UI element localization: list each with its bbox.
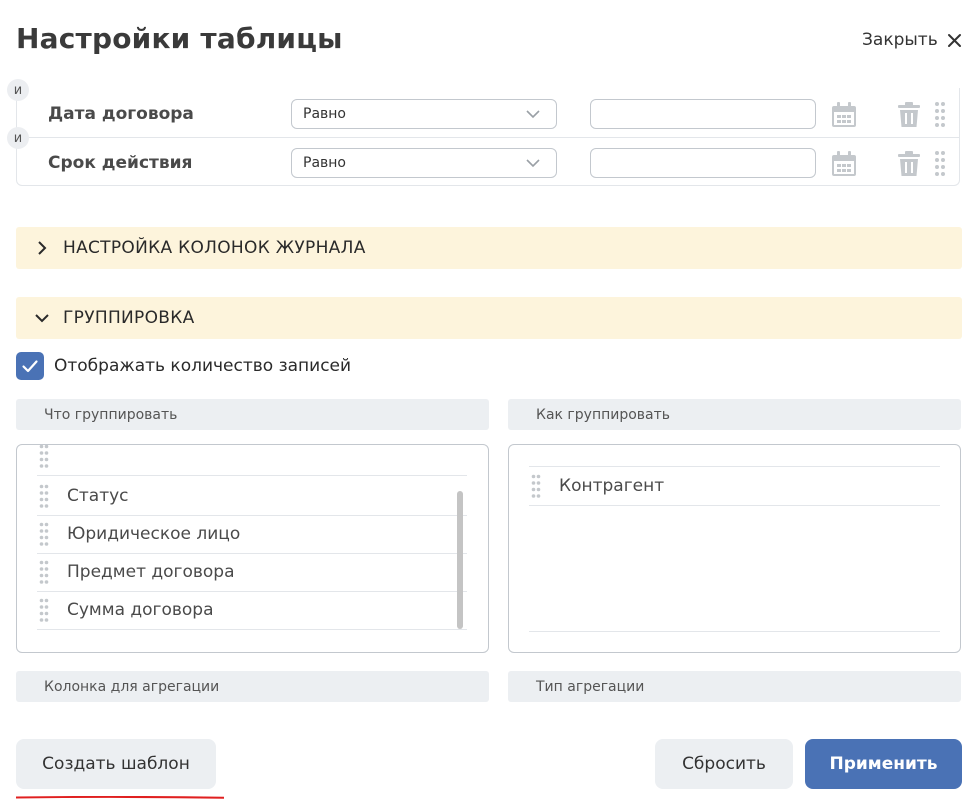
list-item-label: Статус xyxy=(67,486,129,506)
checkmark-icon xyxy=(22,360,38,373)
filter-operator-select[interactable]: Равно xyxy=(291,99,557,129)
drag-handle-icon[interactable] xyxy=(934,101,946,127)
list-item-label: Контрагент xyxy=(559,476,665,496)
drag-handle-icon xyxy=(39,445,49,468)
list-item[interactable]: Статус xyxy=(37,477,467,516)
annotation-underline xyxy=(16,796,224,799)
filter-row: и Дата договора Равно xyxy=(7,79,960,138)
scrollbar[interactable] xyxy=(457,491,463,629)
show-count-checkbox[interactable] xyxy=(16,352,44,380)
how-group-header: Как группировать xyxy=(508,399,961,430)
filter-operator-value: Равно xyxy=(303,106,346,122)
connector-badge[interactable]: и xyxy=(7,79,29,101)
what-group-header: Что группировать xyxy=(16,399,489,430)
create-template-button[interactable]: Создать шаблон xyxy=(16,739,216,789)
chevron-down-icon xyxy=(526,159,540,168)
filter-operator-value: Равно xyxy=(303,155,346,171)
filter-value-input[interactable] xyxy=(590,148,816,178)
chevron-right-icon xyxy=(38,241,47,255)
drag-handle-icon[interactable] xyxy=(39,484,49,508)
drag-handle-icon[interactable] xyxy=(39,560,49,584)
filter-field-label: Дата договора xyxy=(48,104,194,124)
section-grouping-header[interactable]: ГРУППИРОВКА xyxy=(16,297,962,339)
drag-handle-icon[interactable] xyxy=(39,598,49,622)
apply-button[interactable]: Применить xyxy=(805,739,962,789)
page-title: Настройки таблицы xyxy=(16,22,343,55)
drag-handle-icon[interactable] xyxy=(934,150,946,176)
list-item-label: Предмет договора xyxy=(67,562,235,582)
filter-operator-select[interactable]: Равно xyxy=(291,148,557,178)
list-item[interactable]: Контрагент xyxy=(529,467,940,506)
what-group-list: Статус Юридическое лицо Предмет договора… xyxy=(16,444,489,653)
show-count-checkbox-row[interactable]: Отображать количество записей xyxy=(16,352,351,380)
filter-value-input[interactable] xyxy=(590,99,816,129)
show-count-label: Отображать количество записей xyxy=(54,356,352,376)
calendar-icon[interactable] xyxy=(831,151,857,177)
list-item-label: Сумма договора xyxy=(67,600,214,620)
trash-icon[interactable] xyxy=(898,151,920,177)
list-item[interactable]: Юридическое лицо xyxy=(37,515,467,554)
close-label: Закрыть xyxy=(862,30,938,50)
agg-type-header: Тип агрегации xyxy=(508,671,961,702)
chevron-down-icon xyxy=(35,314,49,323)
section-columns-label: НАСТРОЙКА КОЛОНОК ЖУРНАЛА xyxy=(63,238,366,258)
trash-icon[interactable] xyxy=(898,102,920,128)
drag-handle-icon[interactable] xyxy=(531,474,541,498)
list-item[interactable]: Сумма договора xyxy=(37,591,467,630)
calendar-icon[interactable] xyxy=(831,102,857,128)
section-columns-header[interactable]: НАСТРОЙКА КОЛОНОК ЖУРНАЛА xyxy=(16,227,962,269)
list-item[interactable] xyxy=(37,445,467,476)
close-button[interactable]: Закрыть xyxy=(862,30,962,50)
connector-badge[interactable]: и xyxy=(7,127,29,149)
reset-button[interactable]: Сбросить xyxy=(655,739,793,789)
how-group-list: Контрагент xyxy=(508,444,961,653)
chevron-down-icon xyxy=(526,110,540,119)
filter-row: и Срок действия Равно xyxy=(7,127,960,186)
how-group-dropzone[interactable]: Контрагент xyxy=(529,466,940,632)
agg-column-header: Колонка для агрегации xyxy=(16,671,489,702)
filter-field-label: Срок действия xyxy=(48,153,193,173)
section-grouping-label: ГРУППИРОВКА xyxy=(63,308,195,328)
close-icon xyxy=(947,33,961,47)
list-item[interactable]: Предмет договора xyxy=(37,553,467,592)
drag-handle-icon[interactable] xyxy=(39,522,49,546)
list-item-label: Юридическое лицо xyxy=(67,524,241,544)
